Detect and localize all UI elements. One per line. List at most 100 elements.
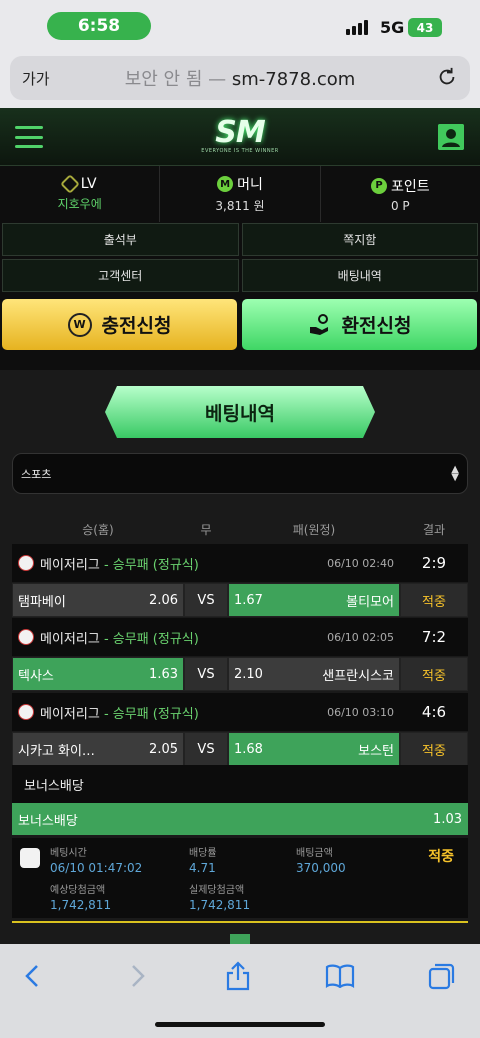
back-button[interactable] [15, 958, 51, 994]
bet-time-label: 베팅시간 [50, 848, 87, 859]
customer-center-link[interactable]: 고객센터 [2, 259, 239, 292]
away-odds: 2.10 [234, 666, 263, 682]
battery-icon: 43 [408, 18, 442, 37]
away-team: 샌프란시스코 [322, 668, 394, 684]
summary-col-time: 베팅시간 06/10 01:47:02 예상당첨금액 1,742,811 [50, 844, 142, 918]
logo-tagline: EVERYONE IS THE WINNER [201, 148, 279, 154]
section-title: 베팅내역 [105, 386, 375, 438]
game-row: 시카고 화이… 2.05 VS 1.68 보스턴 적중 [12, 732, 468, 766]
reload-icon[interactable] [436, 66, 458, 88]
game-date: 06/10 02:40 [327, 556, 394, 570]
money-value: 3,811 원 [215, 199, 265, 213]
messages-link[interactable]: 쪽지함 [241, 223, 478, 256]
point-label: 포인트 [391, 178, 430, 195]
header-home: 승(홈) [82, 523, 114, 537]
league-dash: - [99, 706, 113, 722]
url-display[interactable]: 보안 안 됨 — sm-7878.com [10, 65, 470, 91]
game-row: 탬파베이 2.06 VS 1.67 볼티모어 적중 [12, 583, 468, 617]
result-badge: 적중 [400, 657, 468, 691]
home-indicator [155, 1022, 325, 1027]
hand-coin-icon [309, 313, 328, 335]
home-pick[interactable]: 텍사스 1.63 [12, 657, 184, 691]
odds-label: 배당률 [189, 848, 217, 859]
level-stat: LV 지호우에 [0, 166, 161, 222]
away-pick[interactable]: 1.67 볼티모어 [228, 583, 400, 617]
menu-icon[interactable] [15, 126, 43, 148]
home-pick[interactable]: 시카고 화이… 2.05 [12, 732, 184, 766]
forward-button[interactable] [119, 958, 155, 994]
league-name: 메이저리그 [40, 631, 100, 647]
tabs-button[interactable] [424, 958, 460, 994]
sport-select[interactable]: 스포츠 ▲ ▼ [12, 453, 468, 494]
url-separator: — [208, 69, 227, 90]
site-header: SM EVERYONE IS THE WINNER [0, 108, 480, 166]
away-team: 보스턴 [358, 743, 394, 759]
home-team: 탬파베이 [18, 594, 66, 610]
home-odds: 2.06 [149, 592, 178, 608]
share-button[interactable] [220, 958, 256, 994]
tabs-icon [428, 963, 455, 990]
actual-label: 실제당첨금액 [189, 885, 245, 896]
url-domain: sm-7878.com [231, 69, 356, 90]
game-date: 06/10 02:05 [327, 630, 394, 644]
actual-amount: 1,742,811 [189, 898, 251, 912]
site-logo[interactable]: SM EVERYONE IS THE WINNER [200, 118, 280, 158]
point-icon: P [371, 177, 387, 194]
home-odds: 1.63 [149, 666, 178, 682]
charge-request-button[interactable]: W 충전신청 [2, 299, 237, 350]
away-pick[interactable]: 1.68 보스턴 [228, 732, 400, 766]
summary-col-amount: 배팅금액 370,000 [296, 844, 346, 881]
website-content: SM EVERYONE IS THE WINNER LV 지호우에 M 머니 3,… [0, 108, 480, 944]
user-icon[interactable] [438, 124, 464, 150]
bet-time: 06/10 01:47:02 [50, 861, 143, 875]
logo-text: SM [215, 115, 265, 150]
sport-select-value: 스포츠 [21, 467, 52, 481]
point-stat: P 포인트 0 P [321, 166, 480, 222]
baseball-icon [18, 629, 34, 645]
vs-label: VS [184, 732, 228, 766]
account-stats: LV 지호우에 M 머니 3,811 원 P 포인트 0 P [0, 166, 480, 222]
betting-history-link[interactable]: 배팅내역 [241, 259, 478, 292]
league-dash: - [99, 557, 113, 573]
market-type: 승무패 (정규식) [112, 706, 199, 722]
exchange-request-button[interactable]: 환전신청 [242, 299, 477, 350]
bookmarks-button[interactable] [322, 958, 358, 994]
signal-icon [346, 19, 368, 35]
league-dash: - [99, 631, 113, 647]
away-pick[interactable]: 2.10 샌프란시스코 [228, 657, 400, 691]
chevron-updown-icon: ▲ ▼ [451, 464, 459, 483]
bet-summary: 베팅시간 06/10 01:47:02 예상당첨금액 1,742,811 배당률… [12, 838, 468, 918]
game-score: 7:2 [421, 628, 447, 646]
total-odds: 4.71 [189, 861, 216, 875]
game-row: 텍사스 1.63 VS 2.10 샌프란시스코 적중 [12, 657, 468, 691]
game-score: 4:6 [421, 703, 447, 721]
bonus-row: 보너스배당 1.03 [12, 803, 468, 835]
vs-label: VS [184, 583, 228, 617]
home-team: 텍사스 [18, 668, 54, 684]
header-draw: 무 [200, 523, 212, 537]
result-badge: 적중 [400, 583, 468, 617]
attendance-link[interactable]: 출석부 [2, 223, 239, 256]
point-value: 0 P [390, 198, 410, 213]
result-badge: 적중 [400, 732, 468, 766]
exchange-label: 환전신청 [341, 315, 412, 337]
home-odds: 2.05 [149, 741, 178, 757]
level-value: 지호우에 [57, 197, 102, 211]
summary-col-odds: 배당률 4.71 실제당첨금액 1,742,811 [189, 844, 250, 918]
money-label: 머니 [237, 177, 263, 193]
game-header: 메이저리그 - 승무패 (정규식) 06/10 02:40 2:9 [12, 544, 468, 582]
game-date: 06/10 03:10 [327, 705, 394, 719]
market-type: 승무패 (정규식) [112, 631, 199, 647]
select-checkbox[interactable] [20, 848, 40, 868]
pagination-current[interactable] [230, 934, 250, 944]
quick-links: 출석부 쪽지함 고객센터 배팅내역 [2, 223, 478, 292]
charge-label: 충전신청 [101, 315, 172, 337]
vs-label: VS [184, 657, 228, 691]
address-bar[interactable]: 가가 보안 안 됨 — sm-7878.com [10, 56, 470, 100]
league-name: 메이저리그 [40, 557, 100, 573]
summary-status: 적중 [428, 849, 454, 865]
home-pick[interactable]: 탬파베이 2.06 [12, 583, 184, 617]
amount-label: 배팅금액 [296, 848, 333, 859]
away-team: 볼티모어 [346, 594, 394, 610]
baseball-icon [18, 555, 34, 571]
